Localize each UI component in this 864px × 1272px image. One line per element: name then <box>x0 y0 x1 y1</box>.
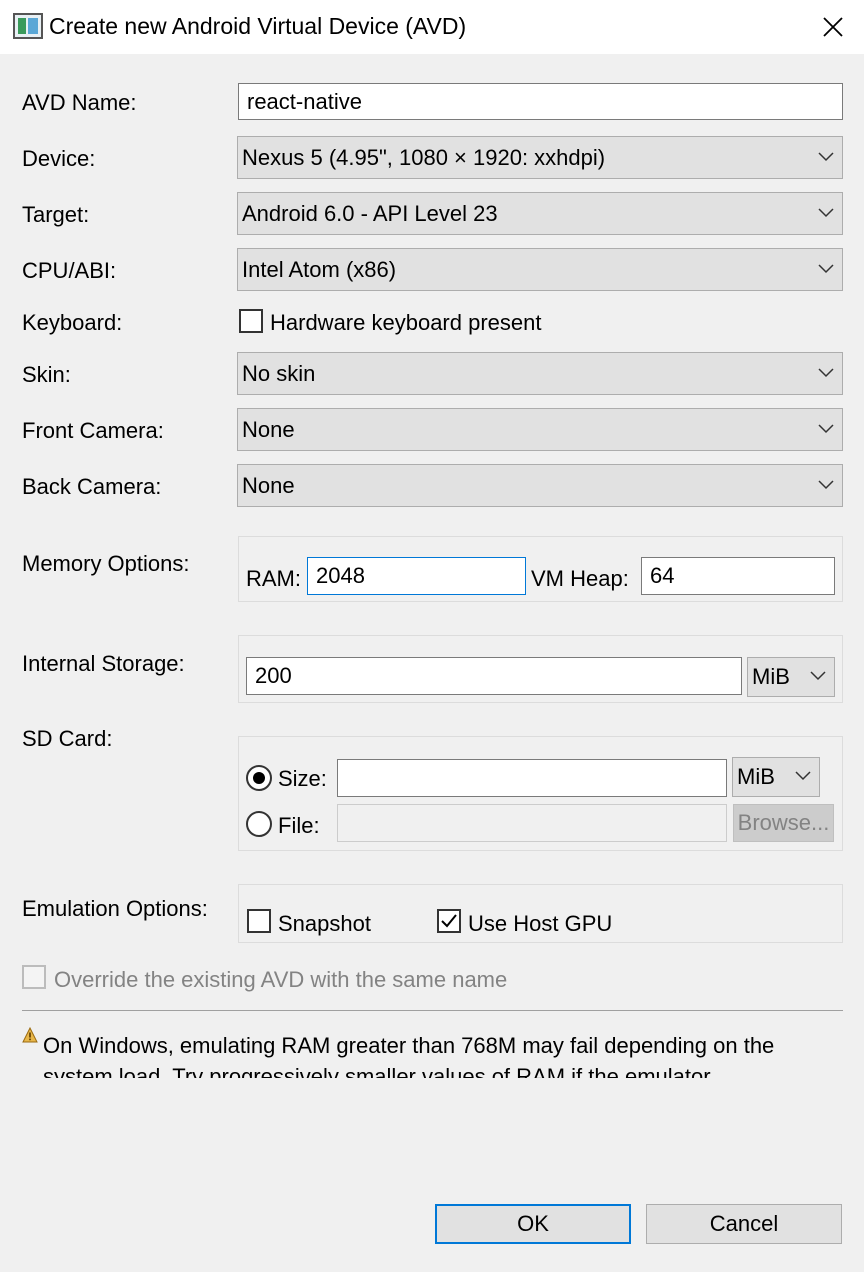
chevron-down-icon <box>795 771 811 781</box>
skin-label: Skin: <box>22 362 71 387</box>
vm-heap-input[interactable]: 64 <box>641 557 835 595</box>
chevron-down-icon <box>818 367 834 377</box>
chevron-down-icon <box>818 263 834 273</box>
chevron-down-icon <box>810 671 826 681</box>
cpu-abi-value: Intel Atom (x86) <box>242 256 397 282</box>
skin-value: No skin <box>242 360 316 386</box>
separator <box>22 1010 843 1011</box>
avd-name-label: AVD Name: <box>22 90 137 115</box>
skin-dropdown[interactable]: No skin <box>237 352 843 395</box>
use-host-gpu-checkbox[interactable] <box>437 909 461 933</box>
snapshot-checkbox[interactable] <box>247 909 271 933</box>
use-host-gpu-label: Use Host GPU <box>468 911 613 936</box>
internal-storage-label: Internal Storage: <box>22 651 185 676</box>
front-camera-label: Front Camera: <box>22 418 164 443</box>
memory-options-label: Memory Options: <box>22 551 190 576</box>
internal-storage-input[interactable]: 200 <box>246 657 742 695</box>
internal-storage-unit: MiB <box>752 664 790 689</box>
chevron-down-icon <box>818 151 834 161</box>
chevron-down-icon <box>818 479 834 489</box>
avd-manager-app-icon <box>13 13 43 39</box>
device-value: Nexus 5 (4.95", 1080 × 1920: xxhdpi) <box>242 144 606 170</box>
close-button[interactable] <box>806 0 860 54</box>
sd-card-size-radio[interactable] <box>246 765 272 791</box>
sd-card-file-input[interactable] <box>337 804 727 842</box>
back-camera-dropdown[interactable]: None <box>237 464 843 507</box>
sd-card-size-unit-dropdown[interactable]: MiB <box>732 757 820 797</box>
avd-name-input[interactable]: react-native <box>238 83 843 120</box>
keyboard-label: Keyboard: <box>22 310 123 335</box>
cancel-button[interactable]: Cancel <box>646 1204 842 1244</box>
device-label: Device: <box>22 146 96 171</box>
chevron-down-icon <box>818 207 834 217</box>
avd-name-value: react-native <box>247 88 362 114</box>
vm-heap-label: VM Heap: <box>531 566 629 591</box>
warning-message: On Windows, emulating RAM greater than 7… <box>43 1033 775 1078</box>
cpu-abi-dropdown[interactable]: Intel Atom (x86) <box>237 248 843 291</box>
target-label: Target: <box>22 202 90 227</box>
ram-label: RAM: <box>246 566 301 591</box>
vm-heap-value: 64 <box>650 563 675 588</box>
ok-button-label: OK <box>517 1211 549 1236</box>
emulation-options-label: Emulation Options: <box>22 896 208 921</box>
target-value: Android 6.0 - API Level 23 <box>242 200 498 226</box>
hardware-keyboard-label: Hardware keyboard present <box>270 310 542 335</box>
cancel-button-label: Cancel <box>709 1211 779 1236</box>
sd-card-size-unit: MiB <box>737 764 775 789</box>
chevron-down-icon <box>818 423 834 433</box>
back-camera-value: None <box>242 472 295 498</box>
ram-value: 2048 <box>316 563 365 588</box>
internal-storage-value: 200 <box>255 663 292 688</box>
front-camera-dropdown[interactable]: None <box>237 408 843 451</box>
hardware-keyboard-checkbox[interactable] <box>239 309 263 333</box>
sd-card-size-input[interactable] <box>337 759 727 797</box>
window-title: Create new Android Virtual Device (AVD) <box>49 13 467 39</box>
warning-icon <box>22 1027 38 1043</box>
cpu-abi-label: CPU/ABI: <box>22 258 117 283</box>
override-avd-label: Override the existing AVD with the same … <box>54 967 508 992</box>
sd-card-size-label: Size: <box>278 766 327 791</box>
front-camera-value: None <box>242 416 295 442</box>
snapshot-label: Snapshot <box>278 911 371 936</box>
device-dropdown[interactable]: Nexus 5 (4.95", 1080 × 1920: xxhdpi) <box>237 136 843 179</box>
internal-storage-unit-dropdown[interactable]: MiB <box>747 657 835 697</box>
target-dropdown[interactable]: Android 6.0 - API Level 23 <box>237 192 843 235</box>
checkmark-icon <box>441 914 457 928</box>
title-bar: Create new Android Virtual Device (AVD) <box>0 0 864 54</box>
override-avd-checkbox[interactable] <box>22 965 46 989</box>
ram-input[interactable]: 2048 <box>307 557 526 595</box>
back-camera-label: Back Camera: <box>22 474 162 499</box>
browse-button-label: Browse... <box>737 810 830 835</box>
sd-card-file-label: File: <box>278 813 320 838</box>
radio-selected-dot <box>253 772 265 784</box>
close-icon <box>823 17 843 37</box>
ok-button[interactable]: OK <box>435 1204 631 1244</box>
sd-card-label: SD Card: <box>22 726 113 751</box>
sd-card-file-radio[interactable] <box>246 811 272 837</box>
browse-button[interactable]: Browse... <box>733 804 834 842</box>
